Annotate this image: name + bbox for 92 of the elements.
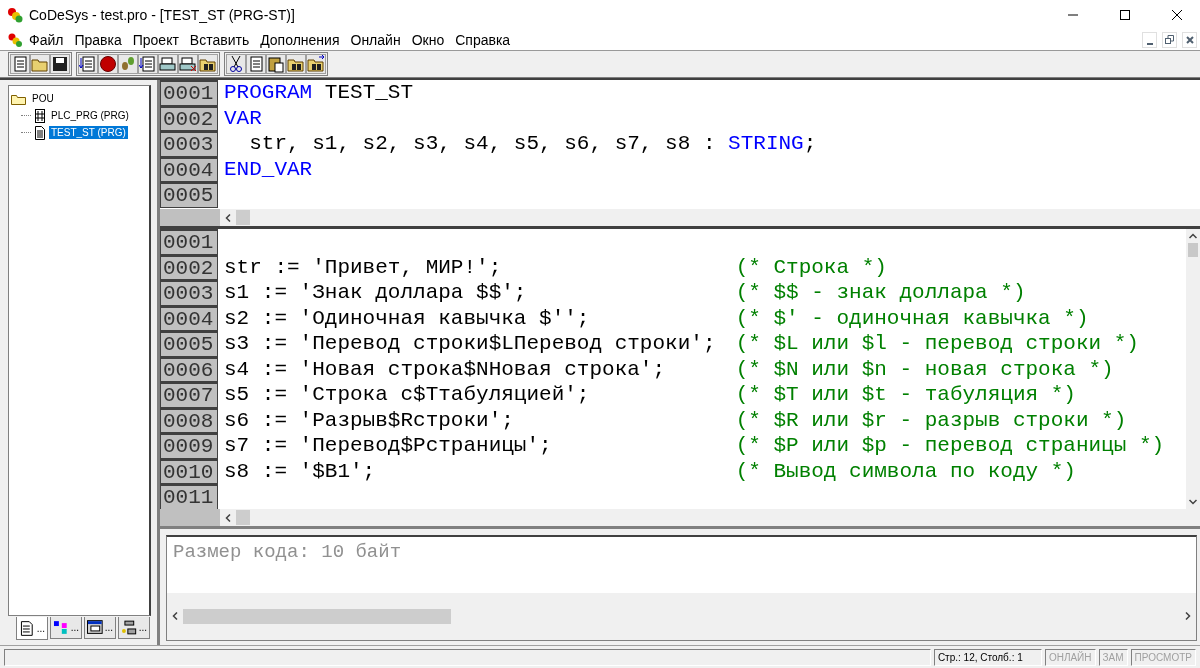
close-icon [1171, 8, 1183, 21]
line-number: 0003 [160, 131, 218, 157]
scissors-icon[interactable] [226, 54, 246, 74]
line-number: 0011 [160, 484, 218, 509]
new-document-icon[interactable] [10, 54, 30, 74]
line-number: 0009 [160, 433, 218, 459]
printer-icon[interactable] [158, 54, 178, 74]
menu-item[interactable]: Окно [407, 31, 450, 48]
window-icon [87, 620, 103, 635]
tree-item[interactable]: PLC_PRG (PRG) [49, 109, 131, 122]
panel-tab[interactable]: ... [16, 617, 48, 640]
tree-item[interactable]: POU [30, 92, 56, 105]
status-field: Стр.: 12, Столб.: 1 [933, 648, 1042, 666]
line-number: 0003 [160, 280, 218, 306]
line-number: 0006 [160, 356, 218, 382]
panel-tab[interactable]: ... [84, 617, 116, 639]
tree-item[interactable]: TEST_ST (PRG) [49, 126, 128, 139]
code-line: s1 := 'Знак доллара $$'; [224, 281, 528, 305]
code-line: str, s1, s2, s3, s4, s5, s6, s7, s8 : STRING; [248, 132, 817, 156]
line-number: 0002 [160, 105, 218, 131]
line-number: 0005 [160, 331, 218, 357]
message-text: Размер кода: 10 байт [173, 541, 403, 563]
copy-icon[interactable] [246, 54, 266, 74]
printer-cross-icon[interactable] [178, 54, 198, 74]
code-comment: (* $L или $l - перевод строки *) [735, 332, 1139, 356]
status-field: ЗАМ [1098, 648, 1128, 666]
paste-icon[interactable] [266, 54, 286, 74]
document-icon [34, 125, 46, 140]
horizontal-scrollbar[interactable] [167, 592, 1196, 640]
code-line: s3 := 'Перевод строки$LПеревод строки'; [224, 332, 717, 356]
code-comment: (* $N или $n - новая строка *) [735, 357, 1114, 381]
menu-item[interactable]: Вставить [185, 31, 255, 48]
line-number: 0007 [160, 382, 218, 408]
code-comment: (* Строка *) [735, 255, 887, 279]
menu-item[interactable]: Справка [451, 31, 516, 48]
line-number-gutter [160, 509, 220, 526]
close-icon [1185, 35, 1194, 44]
code-comment: (* $R или $r - разрыв строки *) [735, 408, 1127, 432]
code-line: PROGRAM TEST_ST [224, 81, 414, 105]
line-number: 0001 [160, 80, 218, 106]
line-number: 0005 [160, 182, 218, 208]
code-line: s2 := 'Одиночная кавычка $''; [224, 306, 591, 330]
horizontal-scrollbar[interactable] [220, 509, 1200, 526]
status-field: ОНЛАЙН [1044, 648, 1096, 666]
vertical-scrollbar[interactable] [1186, 229, 1200, 509]
code-comment: (* $' - одиночная кавычка *) [735, 306, 1089, 330]
menu-item[interactable]: Проект [128, 31, 184, 48]
panel-tab[interactable]: ... [118, 617, 150, 639]
line-number: 0001 [160, 229, 218, 255]
menu-item[interactable]: Дополнения [256, 31, 345, 48]
code-line: s6 := 'Разрыв$Rстроки'; [224, 408, 515, 432]
code-line: s4 := 'Новая строка$NНовая строка'; [224, 357, 667, 381]
close-button[interactable] [1182, 31, 1197, 48]
code-line: END_VAR [224, 157, 313, 181]
minimize-button[interactable] [1142, 31, 1157, 48]
scroll-thumb[interactable] [236, 210, 250, 225]
code-comment: (* $P или $p - перевод страницы *) [735, 434, 1165, 458]
menu-item[interactable]: Файл [25, 31, 69, 48]
app-logo-icon [7, 6, 23, 23]
line-number: 0002 [160, 254, 218, 280]
floppy-disk-icon[interactable] [50, 54, 70, 74]
code-line: s8 := '$B1'; [224, 459, 377, 483]
minimize-icon [1146, 42, 1153, 45]
line-number: 0004 [160, 156, 218, 182]
line-number-gutter [160, 209, 220, 226]
maximize-icon [1119, 8, 1131, 21]
document-logo-icon [7, 32, 23, 47]
code-comment: (* Вывод символа по коду *) [735, 459, 1076, 483]
code-comment: (* $$ - знак доллара *) [735, 281, 1026, 305]
status-field: ПРОСМОТР [1130, 648, 1196, 666]
code-comment: (* $T или $t - табуляция *) [735, 383, 1076, 407]
code-line: str := 'Привет, МИР!'; [224, 255, 503, 279]
restore-button[interactable] [1162, 31, 1177, 48]
scroll-thumb[interactable] [1188, 243, 1198, 257]
menu-item[interactable]: Правка [70, 31, 127, 48]
scroll-thumb[interactable] [183, 608, 451, 624]
line-number: 0004 [160, 305, 218, 331]
restore-icon [1165, 35, 1174, 44]
scroll-thumb[interactable] [236, 510, 250, 525]
document-icon [19, 620, 35, 636]
code-line: VAR [224, 106, 262, 130]
window-title: CoDeSys - test.pro - [TEST_ST (PRG-ST)] [29, 6, 295, 23]
folder-binoculars-icon[interactable] [198, 54, 218, 74]
panel-tab[interactable]: ... [50, 617, 82, 639]
code-line: s7 := 'Перевод$Pстраницы'; [224, 434, 553, 458]
menu-item[interactable]: Онлайн [346, 31, 406, 48]
horizontal-scrollbar[interactable] [220, 209, 1200, 226]
line-number: 0010 [160, 458, 218, 484]
line-number: 0008 [160, 407, 218, 433]
colored-squares-icon [53, 620, 69, 635]
code-line: s5 := 'Строка с$Tтабуляцией'; [224, 383, 591, 407]
ladder-diagram-icon [34, 108, 46, 123]
